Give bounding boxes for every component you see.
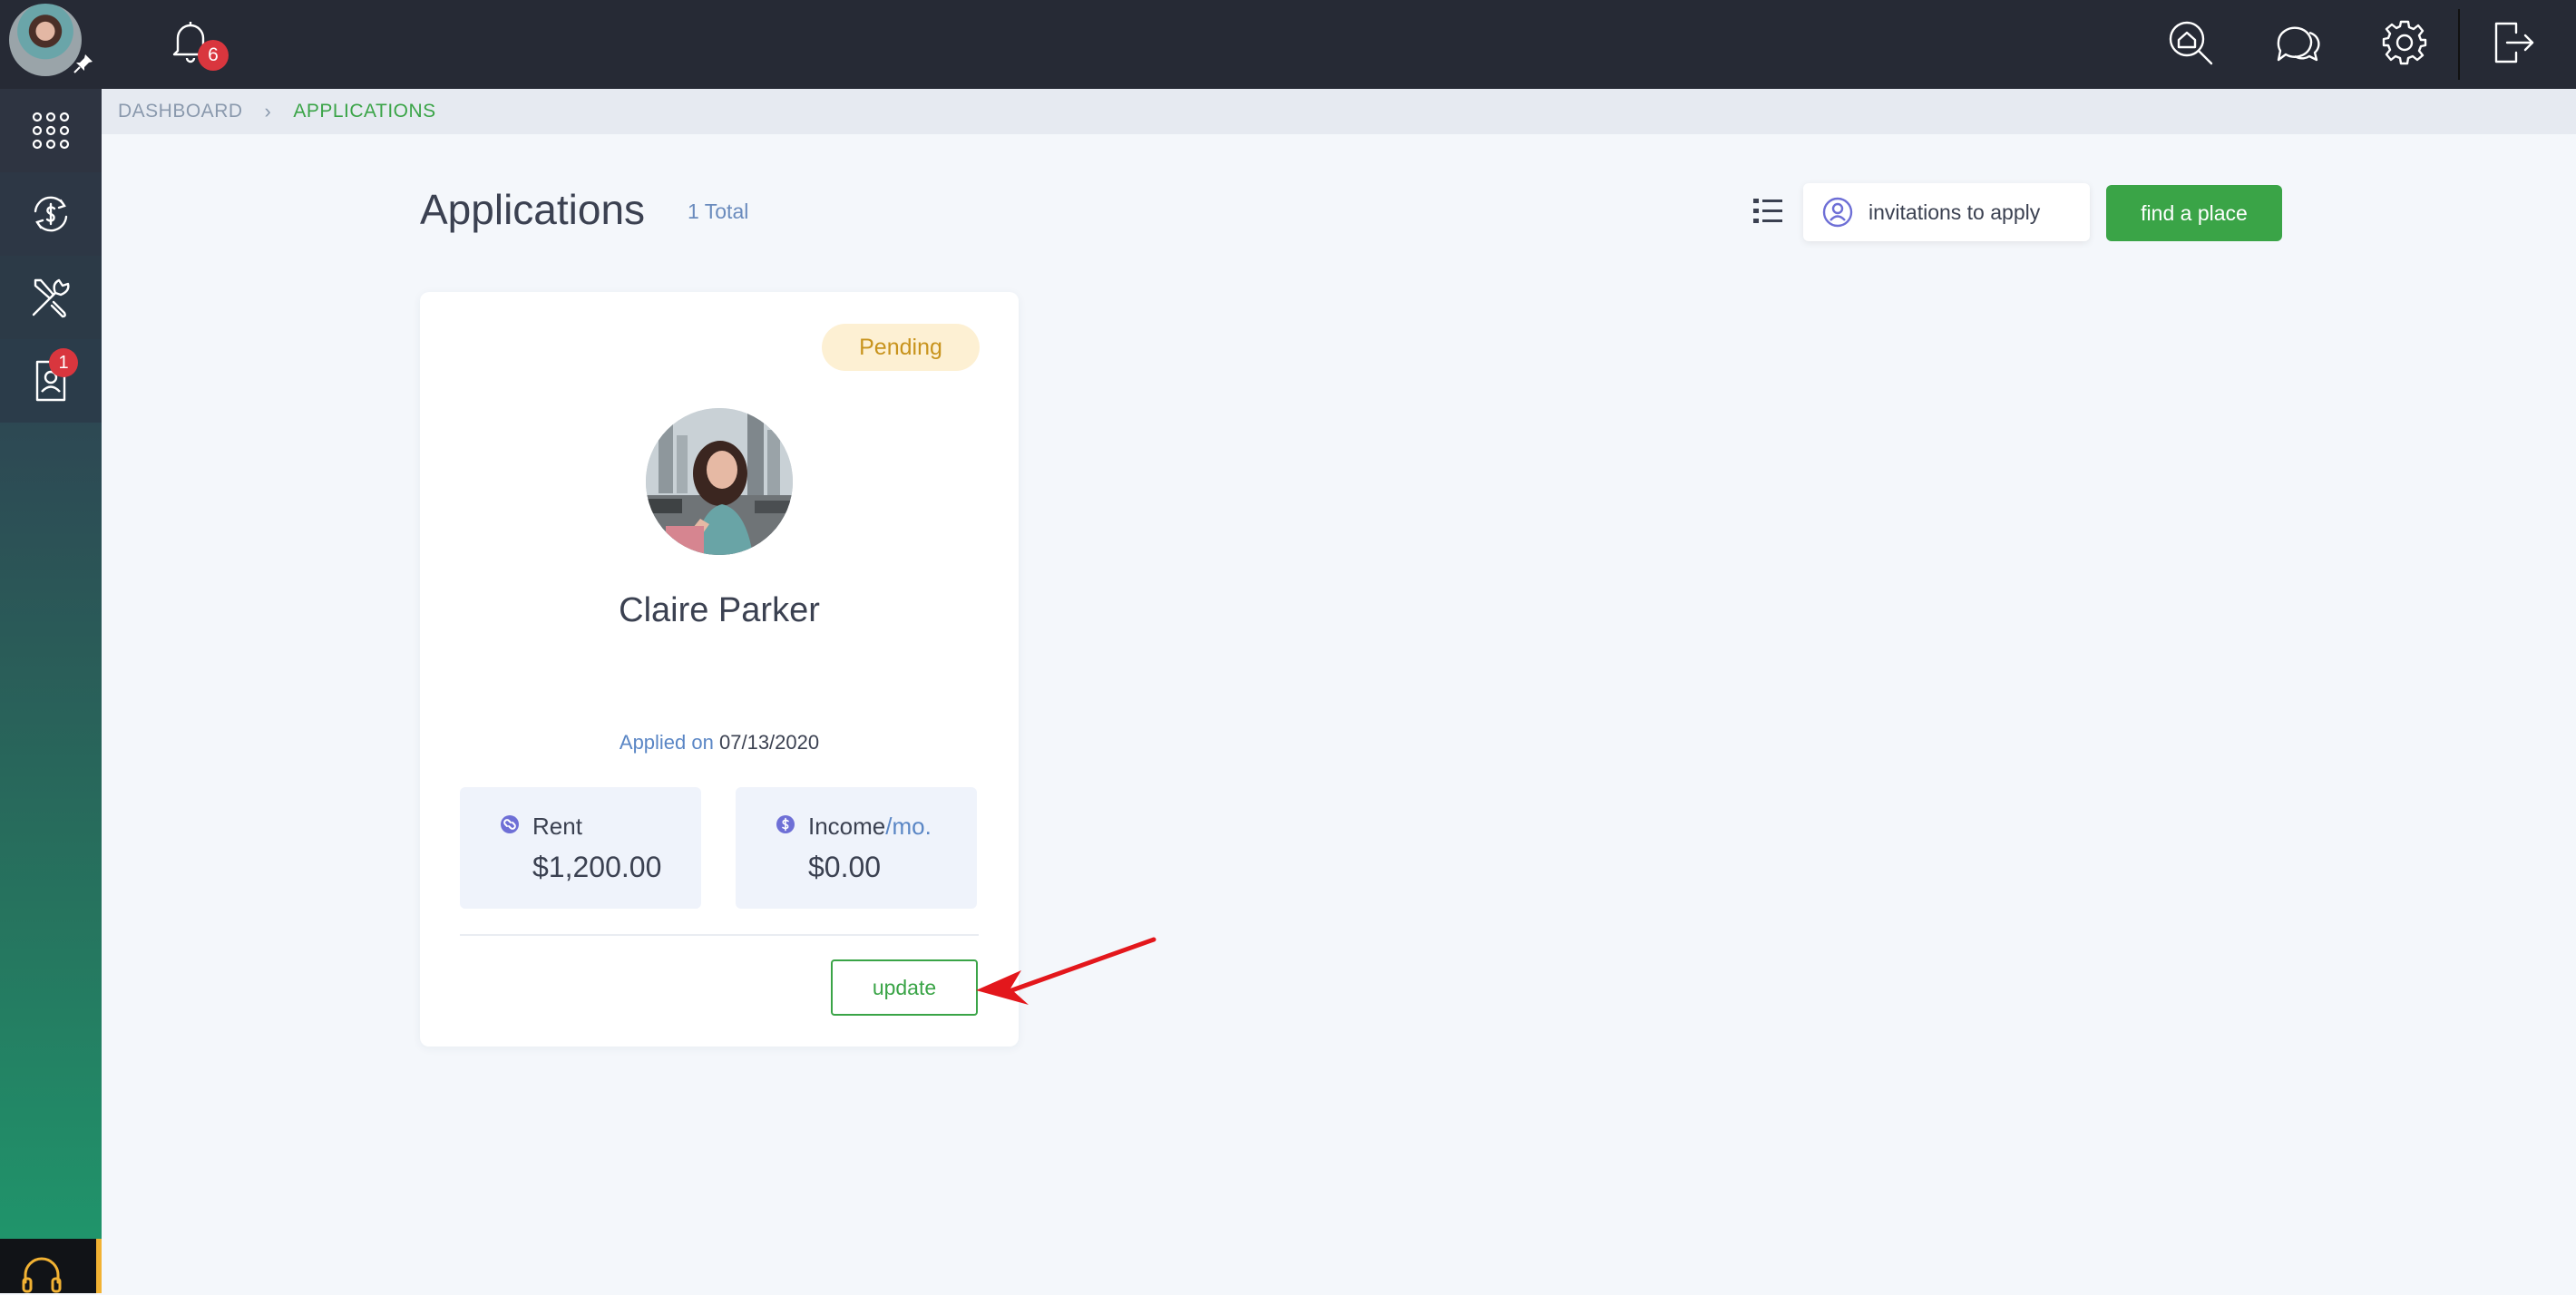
find-a-place-button[interactable]: find a place [2106,185,2282,241]
sidebar-item-tools[interactable] [0,256,102,339]
messages-button[interactable] [2273,18,2322,67]
rent-stat: Rent $1,200.00 [460,787,701,909]
headset-icon [22,1257,62,1293]
applied-on: Applied on 07/13/2020 [420,731,1019,755]
support-button[interactable] [0,1239,102,1293]
status-badge: Pending [822,324,980,371]
applied-on-label: Applied on [619,731,714,754]
logout-button[interactable] [2489,18,2538,67]
breadcrumb: DASHBOARD › APPLICATIONS [102,89,2576,134]
user-circle-icon [1822,197,1853,228]
gear-icon [2382,20,2427,65]
sidebar: 1 [0,0,102,1293]
list-view-icon[interactable] [1752,196,1783,227]
chat-icon [2277,26,2320,62]
sidebar-item-apps[interactable] [0,89,102,172]
payments-cycle-icon [34,196,68,232]
user-avatar[interactable] [9,4,82,76]
page-title: Applications [420,186,646,233]
income-label-text: Income [808,813,886,840]
breadcrumb-dashboard-link[interactable]: DASHBOARD [118,101,243,122]
total-count: 1 Total [688,200,749,223]
dollar-coin-icon [776,815,795,833]
income-value: $0.00 [808,851,882,883]
rent-label: Rent [532,813,582,840]
card-divider [460,934,979,936]
applicant-name: Claire Parker [619,591,820,629]
property-search-button[interactable] [2166,18,2215,67]
rent-value: $1,200.00 [532,851,662,883]
sidebar-profile[interactable] [0,0,102,89]
apps-grid-icon [32,112,70,150]
pin-icon[interactable] [73,53,94,74]
breadcrumb-current: APPLICATIONS [293,101,436,122]
update-button[interactable]: update [831,959,978,1016]
applications-badge: 1 [49,348,78,377]
income-stat: Income/mo. $0.00 [736,787,977,909]
topbar-divider [2458,9,2460,80]
tools-icon [32,278,70,318]
notifications-badge: 6 [198,40,229,71]
applied-on-date: 07/13/2020 [719,731,820,754]
breadcrumb-separator-icon: › [264,100,272,122]
annotation-arrow-icon [976,937,1156,1005]
sidebar-item-payments[interactable] [0,172,102,256]
settings-button[interactable] [2380,18,2429,67]
home-search-icon [2169,21,2213,65]
income-unit: /mo. [885,813,932,840]
application-card: Pending Claire Parker Applied on 07/13/2… [420,292,1019,1047]
applicant-photo [646,408,793,555]
invitations-to-apply-button[interactable]: invitations to apply [1803,183,2090,241]
income-label: Income/mo. [808,813,932,841]
logout-icon [2494,22,2534,63]
top-bar: 6 [102,0,2576,89]
invitations-label: invitations to apply [1869,200,2041,224]
sidebar-item-applications[interactable]: 1 [0,339,102,423]
link-icon [501,815,519,833]
applicant-avatar [646,408,793,555]
